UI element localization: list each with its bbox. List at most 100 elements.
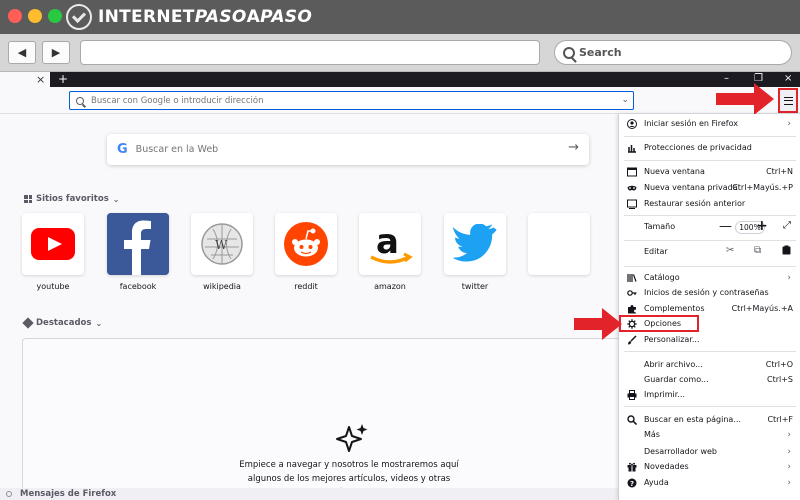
facebook-icon <box>107 213 169 275</box>
puzzle-icon <box>627 304 637 314</box>
top-site-youtube[interactable] <box>22 213 84 275</box>
menu-item-save-as[interactable]: Guardar como... Ctrl+S <box>619 372 800 387</box>
paintbrush-icon <box>627 334 637 345</box>
search-icon <box>627 414 637 425</box>
search-field-label: Search <box>579 46 622 59</box>
reddit-icon <box>284 222 328 266</box>
menu-separator <box>624 136 796 137</box>
search-field[interactable]: Search <box>554 40 792 65</box>
copy-icon[interactable]: ⧉ <box>754 245 761 256</box>
chevron-right-icon: › <box>787 118 791 129</box>
edit-controls: Editar ✂ ⧉ <box>619 245 800 261</box>
menu-item-restore-session[interactable]: Restaurar sesión anterior <box>619 196 800 211</box>
highlights-title: Destacados <box>36 318 92 328</box>
twitter-icon <box>453 224 497 262</box>
sparkles-icon <box>336 424 368 452</box>
minimize-window-button[interactable] <box>28 9 42 23</box>
paste-icon[interactable] <box>782 245 791 258</box>
menu-separator <box>624 266 796 267</box>
minimize-icon[interactable]: – <box>724 72 729 86</box>
menu-item-print[interactable]: Imprimir... <box>619 387 800 402</box>
close-window-button[interactable] <box>8 9 22 23</box>
svg-text:W: W <box>215 238 228 252</box>
menu-separator <box>624 406 796 407</box>
zoom-controls: Tamaño — 100% + ⤢ <box>619 218 800 236</box>
grid-icon <box>24 195 32 203</box>
window-icon <box>627 167 637 177</box>
top-site-label: facebook <box>119 282 157 291</box>
chart-icon <box>627 143 637 153</box>
menu-item-help[interactable]: ? Ayuda › <box>619 475 800 490</box>
menu-item-library[interactable]: Catálogo › <box>619 270 800 285</box>
printer-icon <box>627 389 637 400</box>
url-input[interactable] <box>91 95 611 106</box>
account-icon <box>627 118 637 129</box>
library-icon <box>627 273 637 283</box>
fullscreen-icon[interactable]: ⤢ <box>783 220 791 231</box>
gift-icon <box>627 462 637 472</box>
menu-item-new-private-window[interactable]: Nueva ventana privada Ctrl+Mayús.+P <box>619 180 800 195</box>
top-site-empty[interactable] <box>528 213 590 275</box>
key-icon <box>627 288 637 298</box>
firefox-urlbar[interactable]: ⌄ <box>69 91 634 110</box>
restore-icon <box>627 199 637 209</box>
top-site-twitter[interactable] <box>444 213 506 275</box>
brand-watermark: INTERNETPASOAPASO <box>98 7 313 27</box>
cut-icon[interactable]: ✂ <box>726 245 734 256</box>
chevron-right-icon: › <box>787 429 791 440</box>
forward-button[interactable]: ▶ <box>42 41 70 64</box>
open-menu-button[interactable] <box>778 88 798 113</box>
zoom-window-button[interactable] <box>48 9 62 23</box>
sparkle-icon <box>22 317 34 329</box>
arrow-right-icon[interactable]: → <box>568 140 579 155</box>
firefox-navbar: ⌄ <box>0 87 800 114</box>
top-site-label: reddit <box>294 282 318 291</box>
web-search-box[interactable]: G → <box>107 134 589 165</box>
menu-item-web-developer[interactable]: Desarrollador web › <box>619 444 800 459</box>
app-menu: Iniciar sesión en Firefox › Protecciones… <box>618 114 800 500</box>
top-site-label: amazon <box>374 282 406 291</box>
amazon-icon: a <box>370 222 413 264</box>
menu-item-sign-in[interactable]: Iniciar sesión en Firefox › <box>619 116 800 131</box>
top-site-label: wikipedia <box>203 282 241 291</box>
web-search-input[interactable] <box>135 144 536 155</box>
messages-title: Mensajes de Firefox <box>20 489 117 499</box>
hamburger-icon <box>783 96 793 105</box>
top-site-reddit[interactable] <box>275 213 337 275</box>
top-site-amazon[interactable]: a <box>359 213 421 275</box>
menu-item-logins[interactable]: Inicios de sesión y contraseñas <box>619 285 800 300</box>
close-icon[interactable]: × <box>784 72 792 86</box>
new-tab-page: G → Sitios favoritos ⌄ youtube facebook … <box>0 114 618 500</box>
search-icon <box>76 96 84 105</box>
close-tab-icon[interactable]: × <box>36 72 45 87</box>
menu-item-privacy[interactable]: Protecciones de privacidad <box>619 140 800 155</box>
chevron-right-icon: › <box>787 477 791 488</box>
menu-item-addons[interactable]: Complementos Ctrl+Mayús.+A <box>619 301 800 316</box>
menu-item-customize[interactable]: Personalizar... <box>619 332 800 347</box>
brand-logo-icon <box>66 4 92 30</box>
menu-item-find[interactable]: Buscar en esta página... Ctrl+F <box>619 412 800 427</box>
top-sites-header[interactable]: Sitios favoritos ⌄ <box>24 194 119 204</box>
chevron-right-icon: › <box>787 446 791 457</box>
help-icon: ? <box>627 478 637 488</box>
tab-strip: × + – ❐ × <box>0 72 800 87</box>
menu-item-more[interactable]: Más › <box>619 427 800 442</box>
chevron-down-icon[interactable]: ⌄ <box>621 95 629 105</box>
new-tab-button[interactable]: + <box>58 72 68 86</box>
highlights-header[interactable]: Destacados ⌄ <box>22 317 102 329</box>
zoom-in-button[interactable]: + <box>756 218 768 234</box>
top-site-facebook[interactable] <box>107 213 169 275</box>
top-site-wikipedia[interactable]: W <box>191 213 253 275</box>
messages-bar[interactable]: Mensajes de Firefox <box>0 488 618 500</box>
menu-item-whats-new[interactable]: Novedades › <box>619 459 800 474</box>
window-titlebar: INTERNETPASOAPASO <box>0 0 800 34</box>
address-field[interactable] <box>80 40 540 65</box>
zoom-out-button[interactable]: — <box>719 219 732 234</box>
svg-text:?: ? <box>630 480 634 488</box>
menu-item-new-window[interactable]: Nueva ventana Ctrl+N <box>619 164 800 179</box>
menu-item-open-file[interactable]: Abrir archivo... Ctrl+O <box>619 357 800 372</box>
back-arrow-icon: ◀ <box>17 46 27 59</box>
back-button[interactable]: ◀ <box>8 41 36 64</box>
top-site-label: youtube <box>36 282 70 291</box>
wikipedia-icon: W <box>201 223 243 265</box>
